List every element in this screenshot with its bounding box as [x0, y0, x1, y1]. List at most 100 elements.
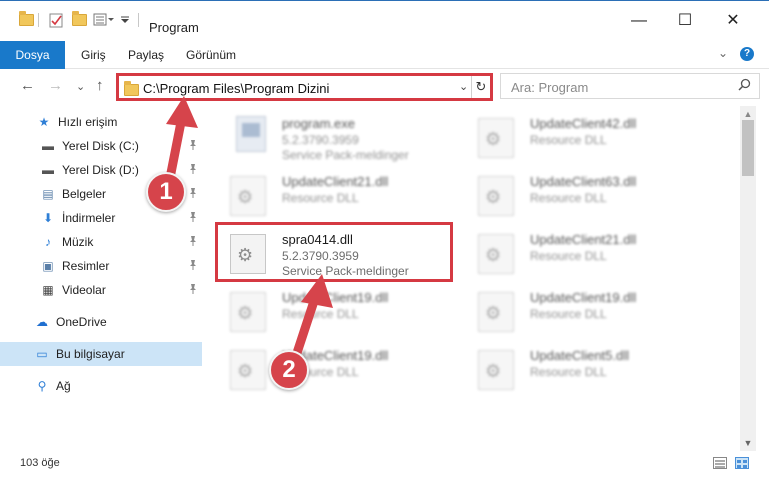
folder-icon: [124, 81, 139, 96]
large-icons-view-icon[interactable]: [735, 457, 749, 469]
back-button[interactable]: ←: [20, 77, 35, 94]
new-folder-icon[interactable]: [72, 11, 87, 29]
search-icon: [738, 78, 751, 94]
file-version: Resource DLL: [530, 365, 607, 379]
sidebar-item-label: Ağ: [56, 379, 71, 393]
file-version: Resource DLL: [530, 133, 607, 147]
sidebar-item[interactable]: ⚲ Ağ: [0, 374, 202, 398]
sidebar-item-label: OneDrive: [56, 315, 107, 329]
sidebar-item-label: Videolar: [62, 283, 106, 297]
sidebar-item[interactable]: ▦ Videolar: [0, 278, 202, 302]
expand-ribbon-icon[interactable]: ⌄: [718, 46, 728, 60]
navigation-pane: ★ Hızlı erişim ▬ Yerel Disk (C:) ▬ Yerel Disk…: [0, 106, 210, 446]
help-icon[interactable]: ?: [740, 47, 754, 61]
file-item[interactable]: UpdateClient19.dllResource DLL: [468, 284, 703, 340]
file-item[interactable]: UpdateClient19.dllResource DLL: [220, 342, 455, 398]
file-item[interactable]: spra0414.dll5.2.3790.3959Service Pack-me…: [215, 222, 455, 282]
dll-file-icon: [230, 176, 266, 216]
sidebar-item[interactable]: ▭ Bu bilgisayar: [0, 342, 202, 366]
sidebar-item-label: İndirmeler: [62, 211, 116, 225]
close-button[interactable]: ✕: [710, 9, 756, 33]
status-bar: 103 öğe: [0, 451, 769, 485]
sidebar-item[interactable]: ▣ Resimler: [0, 254, 202, 278]
recent-locations-icon[interactable]: ⌄: [76, 80, 85, 93]
sidebar-item-label: Yerel Disk (C:): [62, 139, 139, 153]
sidebar-item-label: Resimler: [62, 259, 110, 273]
file-item[interactable]: UpdateClient19.dllResource DLL: [220, 284, 455, 340]
sidebar-item-label: Bu bilgisayar: [56, 347, 125, 361]
network-icon: ⚲: [37, 379, 47, 393]
sidebar-item-label: Hızlı erişim: [58, 115, 118, 129]
pin-icon[interactable]: [188, 163, 198, 178]
file-name: UpdateClient21.dll: [530, 232, 637, 247]
minimize-button[interactable]: —: [616, 9, 662, 33]
pin-icon[interactable]: [188, 139, 198, 154]
quick-access-dropdown-icon[interactable]: [120, 11, 130, 29]
scroll-thumb[interactable]: [742, 120, 754, 176]
file-item[interactable]: UpdateClient5.dll Resource DLL: [468, 342, 703, 398]
file-item[interactable]: UpdateClient63.dll Resource DLL: [468, 168, 703, 224]
file-list: program.exe 5.2.3790.3959 Service Pack-mel…: [212, 106, 740, 451]
address-path[interactable]: C:\Program Files\Program Dizini: [143, 81, 329, 96]
customize-toolbar-icon[interactable]: [93, 11, 115, 29]
folder-icon[interactable]: [19, 11, 34, 29]
toolbar-separator: [38, 11, 39, 29]
pin-icon[interactable]: [188, 211, 198, 226]
ribbon-tabs: Dosya Giriş Paylaş Görünüm ⌄: [0, 41, 769, 97]
tab-view[interactable]: Görünüm: [186, 41, 236, 69]
music-icon: ♪: [45, 235, 51, 249]
file-name: UpdateClient21.dll: [282, 174, 389, 189]
file-version: Resource DLL: [282, 307, 359, 321]
file-name: UpdateClient5.dll: [530, 348, 630, 363]
sidebar-item-label: Müzik: [62, 235, 94, 249]
file-item[interactable]: UpdateClient21.dll Resource DLL: [468, 226, 703, 282]
sidebar-item-label: Belgeler: [62, 187, 107, 201]
item-count: 103 öğe: [20, 457, 60, 469]
exe-file-icon: [236, 116, 266, 152]
title-separator: [138, 11, 139, 29]
dll-file-icon: [478, 118, 514, 158]
pin-icon[interactable]: [188, 259, 198, 274]
file-name: program.exe: [282, 116, 355, 131]
refresh-button[interactable]: ↻: [471, 76, 490, 98]
search-placeholder: Ara: Program: [511, 80, 589, 95]
documents-icon: ▤: [42, 187, 54, 201]
file-name: UpdateClient42.dll: [530, 116, 637, 131]
forward-button[interactable]: →: [48, 77, 63, 94]
vertical-scrollbar[interactable]: ▲ ▼: [740, 106, 756, 451]
pin-icon[interactable]: [188, 283, 198, 298]
sidebar-item[interactable]: ▬ Yerel Disk (C:): [0, 134, 202, 158]
annotation-badge-1: 1: [146, 172, 186, 212]
search-input[interactable]: Ara: Program: [500, 73, 760, 99]
drive-icon: ▬: [42, 163, 54, 177]
file-item[interactable]: UpdateClient21.dll Resource DLL: [220, 168, 455, 224]
sidebar-item[interactable]: ★ Hızlı erişim: [0, 110, 202, 134]
sidebar-item[interactable]: ♪ Müzik: [0, 230, 202, 254]
properties-icon[interactable]: [49, 11, 64, 29]
navigation-bar: ← → ⌄ ↑ C:\Program Files\Program Dizini …: [0, 69, 769, 103]
dll-file-icon: [230, 292, 266, 332]
up-button[interactable]: ↑: [96, 77, 104, 94]
file-item[interactable]: UpdateClient42.dll Resource DLL: [468, 110, 703, 166]
window-title: Program: [149, 20, 199, 35]
maximize-button[interactable]: ☐: [662, 9, 708, 33]
scroll-down-icon[interactable]: ▼: [740, 435, 756, 451]
tab-share[interactable]: Paylaş: [128, 41, 164, 69]
dll-file-icon: [478, 234, 514, 274]
videos-icon: ▦: [42, 283, 54, 297]
tab-home[interactable]: Giriş: [81, 41, 106, 69]
pin-icon[interactable]: [188, 235, 198, 250]
pin-icon[interactable]: [188, 187, 198, 202]
address-bar[interactable]: C:\Program Files\Program Dizini ⌄ ↻: [116, 73, 493, 101]
address-dropdown-icon[interactable]: ⌄: [459, 80, 468, 93]
title-bar: Program — ☐ ✕: [0, 0, 769, 41]
dll-file-icon: [478, 292, 514, 332]
dll-file-icon: [478, 176, 514, 216]
sidebar-item-label: Yerel Disk (D:): [62, 163, 139, 177]
file-version: Resource DLL: [530, 249, 607, 263]
sidebar-item[interactable]: ☁ OneDrive: [0, 310, 202, 334]
file-item[interactable]: program.exe 5.2.3790.3959 Service Pack-mel…: [220, 110, 455, 166]
file-version: Resource DLL: [530, 191, 607, 205]
details-view-icon[interactable]: [713, 457, 727, 469]
highlight-box: [215, 222, 453, 282]
